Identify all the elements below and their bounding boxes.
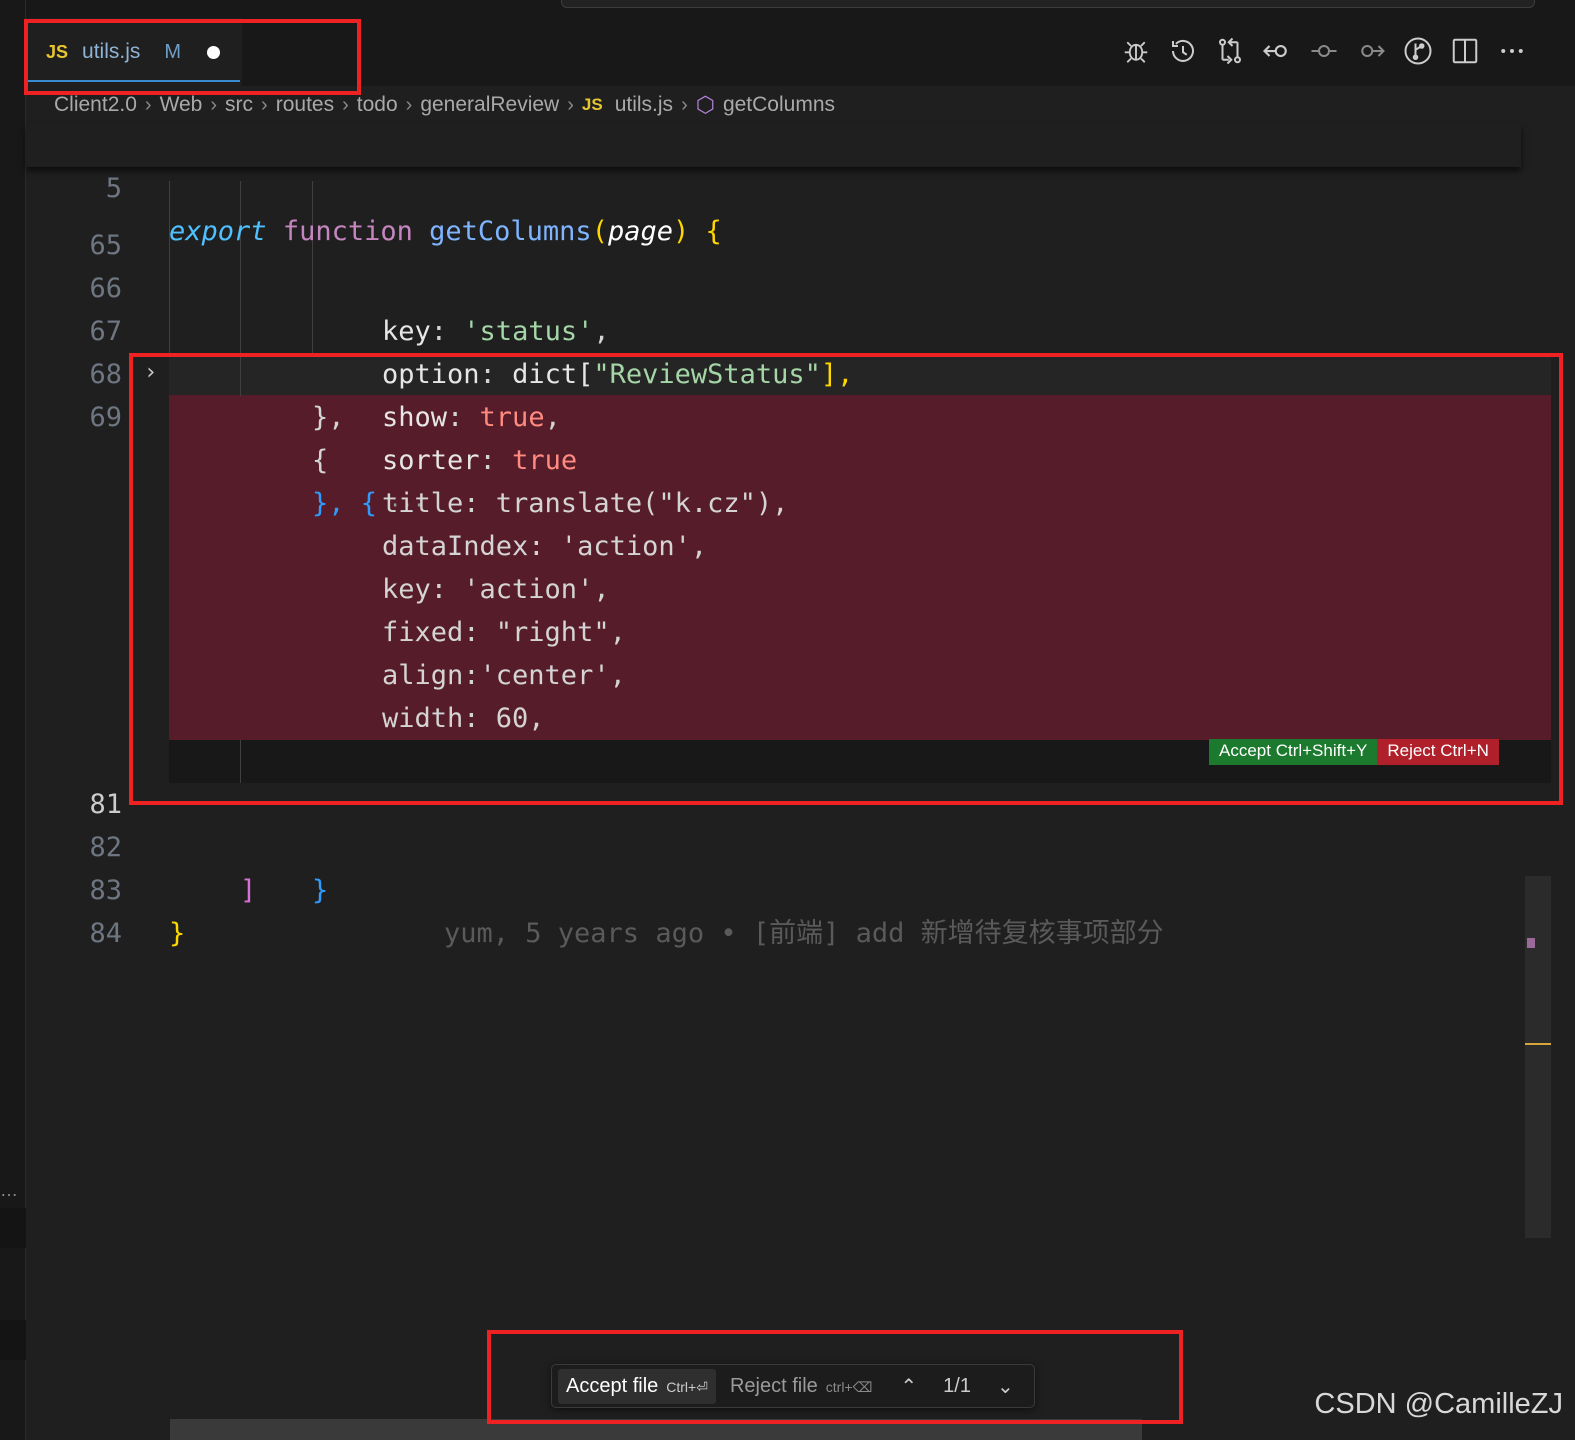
split-editor-icon[interactable] xyxy=(1441,34,1488,68)
code-token: { xyxy=(705,216,722,247)
breadcrumb-symbol[interactable]: getColumns xyxy=(723,93,835,117)
debug-icon[interactable] xyxy=(1112,34,1159,68)
compare-changes-icon[interactable] xyxy=(1206,34,1253,68)
breadcrumb-file[interactable]: utils.js xyxy=(615,93,673,117)
command-center[interactable] xyxy=(561,0,1535,8)
code-token: ( xyxy=(591,216,608,247)
scrollbar-cursor-marker xyxy=(1525,1043,1551,1045)
breadcrumb-item[interactable]: Client2.0 xyxy=(54,93,137,117)
chevron-right-icon: › xyxy=(144,93,152,116)
code-token: function xyxy=(282,216,413,247)
code-token: } xyxy=(169,918,186,949)
breadcrumb-item[interactable]: todo xyxy=(357,93,398,117)
git-blame-annotation: yum, 5 years ago • [前端] add 新增待复核事项部分 xyxy=(444,918,1164,949)
javascript-file-icon: JS xyxy=(581,95,603,114)
code-token: page xyxy=(607,216,673,247)
code-token: getColumns xyxy=(429,216,592,247)
go-forward-icon[interactable] xyxy=(1347,34,1394,68)
chevron-right-icon: › xyxy=(405,93,413,116)
editor-toolbar xyxy=(1112,34,1535,68)
more-icon[interactable]: … xyxy=(0,1180,18,1201)
code-line: 84 xyxy=(26,869,1551,949)
chevron-right-icon: › xyxy=(567,93,574,116)
annotation-box xyxy=(487,1330,1183,1424)
breadcrumb-item[interactable]: routes xyxy=(276,93,334,117)
code-token: export xyxy=(169,216,267,247)
chevron-right-icon: › xyxy=(681,93,688,116)
commit-icon[interactable] xyxy=(1300,34,1347,68)
code-token: ) xyxy=(672,216,690,247)
symbol-method-icon: ⬡ xyxy=(695,92,715,117)
code-line: 67 show: true, xyxy=(26,267,1551,433)
chevron-right-icon: › xyxy=(261,93,268,116)
breadcrumb-item[interactable]: Web xyxy=(160,93,203,117)
line-number: 5 xyxy=(105,173,122,204)
annotation-box xyxy=(24,19,361,95)
go-back-icon[interactable] xyxy=(1253,34,1300,68)
breadcrumb-item[interactable]: generalReview xyxy=(420,93,559,117)
code-line: 68 sorter: true xyxy=(26,310,1551,476)
panel-edge xyxy=(0,1208,26,1248)
annotation-box xyxy=(129,353,1563,805)
more-actions-icon[interactable] xyxy=(1488,34,1535,68)
vertical-scrollbar[interactable] xyxy=(1525,876,1551,1238)
scrollbar-change-marker xyxy=(1527,938,1535,948)
chevron-right-icon: › xyxy=(210,93,218,116)
git-graph-icon[interactable] xyxy=(1394,34,1441,68)
watermark: CSDN @CamilleZJ xyxy=(1314,1388,1563,1420)
code-line: 83 } xyxy=(26,826,1551,949)
sticky-scroll-header[interactable]: 5 export function getColumns(page) { xyxy=(26,124,1521,247)
line-number: 84 xyxy=(89,918,122,949)
activity-edge: … xyxy=(0,0,26,1440)
history-icon[interactable] xyxy=(1159,34,1206,68)
chevron-right-icon: › xyxy=(342,93,349,116)
panel-edge xyxy=(0,1320,26,1360)
breadcrumb-item[interactable]: src xyxy=(225,93,253,117)
title-bar xyxy=(26,0,1575,18)
